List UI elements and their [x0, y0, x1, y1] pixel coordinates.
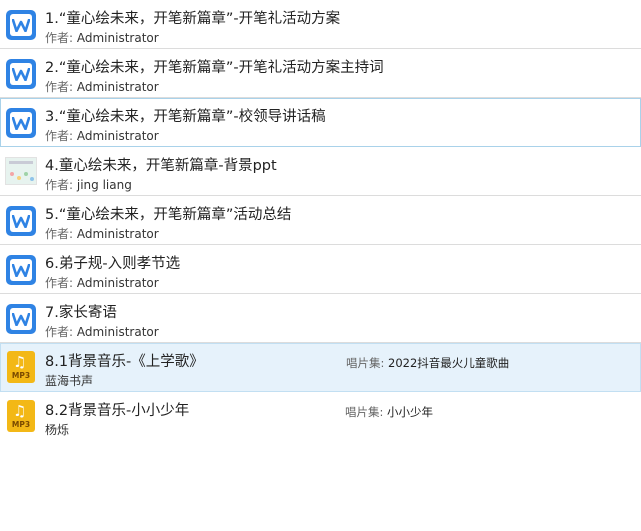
wps-writer-icon	[6, 108, 36, 138]
wps-writer-icon	[6, 304, 36, 334]
author-line: 作者: Administrator	[45, 323, 159, 340]
author-label: 作者:	[45, 80, 74, 94]
file-title: 4.童心绘未来，开笔新篇章-背景ppt	[45, 158, 277, 174]
mp3-file-icon: ♫ MP3	[7, 351, 37, 383]
author-name: Administrator	[76, 227, 159, 241]
author-label: 作者:	[45, 178, 74, 192]
mp3-tag: MP3	[11, 371, 31, 380]
author-label: 作者:	[45, 129, 74, 143]
album-label: 唱片集:	[346, 356, 385, 370]
wps-writer-icon	[6, 206, 36, 236]
author-line: 作者: Administrator	[45, 78, 159, 95]
author-name: Administrator	[76, 80, 159, 94]
author-line: 作者: Administrator	[45, 29, 159, 46]
file-row-3[interactable]: 3.“童心绘未来，开笔新篇章”-校领导讲话稿 作者: Administrator	[0, 98, 641, 147]
file-title: 1.“童心绘未来，开笔新篇章”-开笔礼活动方案	[45, 11, 341, 27]
file-title: 8.2背景音乐-小小少年	[45, 403, 190, 419]
author-label: 作者:	[45, 325, 74, 339]
file-title: 8.1背景音乐-《上学歌》	[45, 354, 204, 370]
file-row-2[interactable]: 2.“童心绘未来，开笔新篇章”-开笔礼活动方案主持词 作者: Administr…	[0, 49, 641, 98]
file-row-9[interactable]: ♫ MP3 8.2背景音乐-小小少年 杨烁 唱片集: 小小少年	[0, 392, 641, 441]
author-label: 作者:	[45, 276, 74, 290]
author-line: 作者: Administrator	[45, 127, 159, 144]
file-row-4[interactable]: 4.童心绘未来，开笔新篇章-背景ppt 作者: jing liang	[0, 147, 641, 196]
artist-name: 杨烁	[45, 423, 70, 437]
author-line: 作者: Administrator	[45, 274, 159, 291]
file-title: 3.“童心绘未来，开笔新篇章”-校领导讲话稿	[45, 109, 326, 125]
author-name: Administrator	[76, 276, 159, 290]
album-name: 2022抖音最火儿童歌曲	[388, 356, 510, 370]
author-name: Administrator	[76, 325, 159, 339]
author-line: 作者: jing liang	[45, 176, 132, 193]
album-line: 唱片集: 小小少年	[345, 404, 433, 420]
file-row-5[interactable]: 5.“童心绘未来，开笔新篇章”活动总结 作者: Administrator	[0, 196, 641, 245]
file-row-8[interactable]: ♫ MP3 8.1背景音乐-《上学歌》 蓝海书声 唱片集: 2022抖音最火儿童歌…	[0, 343, 641, 392]
file-title: 2.“童心绘未来，开笔新篇章”-开笔礼活动方案主持词	[45, 60, 384, 76]
author-name: Administrator	[76, 31, 159, 45]
mp3-file-icon: ♫ MP3	[7, 400, 37, 432]
album-line: 唱片集: 2022抖音最火儿童歌曲	[346, 355, 509, 371]
file-row-1[interactable]: 1.“童心绘未来，开笔新篇章”-开笔礼活动方案 作者: Administrato…	[0, 0, 641, 49]
file-title: 6.弟子规-入则孝节选	[45, 256, 181, 272]
mp3-tag: MP3	[11, 420, 31, 429]
author-line: 作者: Administrator	[45, 225, 159, 242]
wps-writer-icon	[6, 59, 36, 89]
author-name: jing liang	[76, 178, 132, 192]
author-name: Administrator	[76, 129, 159, 143]
file-title: 7.家长寄语	[45, 305, 117, 321]
author-label: 作者:	[45, 31, 74, 45]
author-label: 作者:	[45, 227, 74, 241]
artist-name: 蓝海书声	[45, 374, 94, 388]
album-name: 小小少年	[387, 405, 434, 419]
ppt-thumbnail-icon	[5, 157, 37, 187]
wps-writer-icon	[6, 10, 36, 40]
wps-writer-icon	[6, 255, 36, 285]
file-row-7[interactable]: 7.家长寄语 作者: Administrator	[0, 294, 641, 343]
file-list: 1.“童心绘未来，开笔新篇章”-开笔礼活动方案 作者: Administrato…	[0, 0, 641, 441]
album-label: 唱片集:	[345, 405, 384, 419]
file-row-6[interactable]: 6.弟子规-入则孝节选 作者: Administrator	[0, 245, 641, 294]
file-title: 5.“童心绘未来，开笔新篇章”活动总结	[45, 207, 292, 223]
